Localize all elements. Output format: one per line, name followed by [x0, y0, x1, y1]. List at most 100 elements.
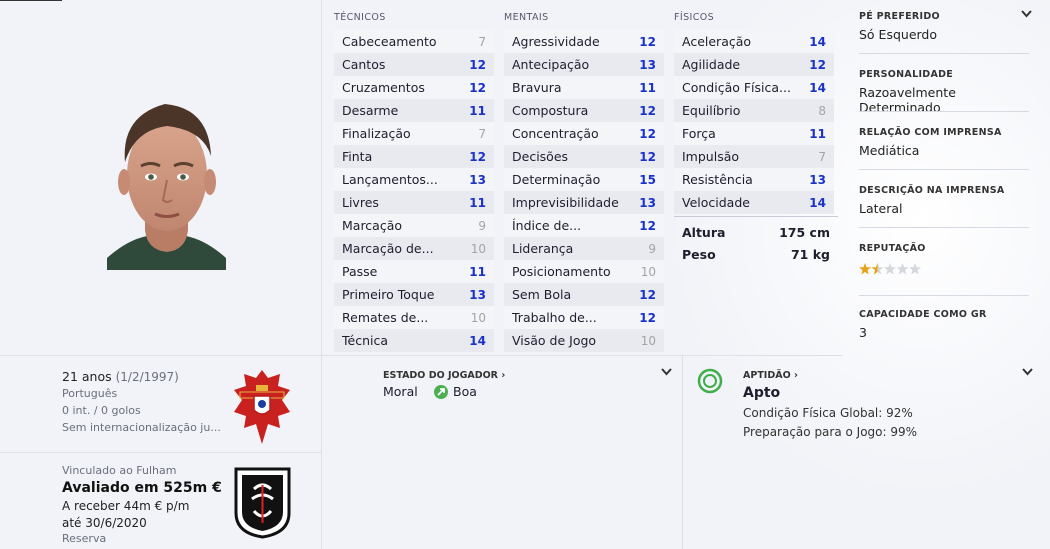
attribute-value: 9: [478, 218, 486, 233]
attribute-row[interactable]: Agilidade 12: [674, 53, 834, 76]
attribute-row[interactable]: Lançamentos... 13: [334, 168, 494, 191]
international-status: Sem internacionalização ju...: [62, 421, 221, 434]
attribute-value: 14: [809, 34, 826, 49]
attribute-label: Cabeceamento: [342, 34, 437, 49]
attribute-row[interactable]: Posicionamento 10: [504, 260, 664, 283]
contract-panel: Vinculado ao Fulham Avaliado em 525m € A…: [0, 453, 322, 549]
fitness-panel: APTIDÃO › Apto Condição Física Global: 9…: [683, 356, 1050, 549]
state-header-link[interactable]: ESTADO DO JOGADOR ›: [383, 370, 505, 381]
attribute-label: Força: [682, 126, 716, 141]
attribute-label: Primeiro Toque: [342, 287, 435, 302]
media-description-header: DESCRIÇÃO NA IMPRENSA: [859, 185, 1005, 196]
state-header: ESTADO DO JOGADOR: [383, 370, 499, 381]
attribute-row[interactable]: Marcação 9: [334, 214, 494, 237]
attribute-row[interactable]: Imprevisibilidade 13: [504, 191, 664, 214]
weight-row: Peso 71 kg: [674, 247, 838, 269]
weight-label: Peso: [682, 247, 716, 262]
attribute-row[interactable]: Passe 11: [334, 260, 494, 283]
attribute-value: 12: [639, 287, 656, 302]
media-relation: RELAÇÃO COM IMPRENSA Mediática: [859, 127, 1029, 158]
attribute-row[interactable]: Concentração 12: [504, 122, 664, 145]
attribute-label: Agressividade: [512, 34, 600, 49]
attribute-row[interactable]: Liderança 9: [504, 237, 664, 260]
attribute-value: 13: [639, 195, 656, 210]
gk-ability-header: CAPACIDADE COMO GR: [859, 309, 987, 320]
player-photo-panel: [0, 0, 322, 356]
attribute-label: Visão de Jogo: [512, 333, 597, 348]
attribute-row[interactable]: Compostura 12: [504, 99, 664, 122]
attribute-label: Posicionamento: [512, 264, 611, 279]
attribute-label: Técnica: [342, 333, 389, 348]
valuation: Avaliado em 525m €: [62, 480, 222, 496]
attribute-label: Determinação: [512, 172, 601, 187]
tecnicos-column: TÉCNICOS Cabeceamento 7 Cantos 12 Cruzamento…: [322, 8, 494, 352]
chevron-down-icon[interactable]: [661, 368, 672, 379]
attribute-row[interactable]: Força 11: [674, 122, 834, 145]
attribute-label: Índice de...: [512, 218, 582, 233]
attribute-row[interactable]: Técnica 14: [334, 329, 494, 352]
attribute-row[interactable]: Visão de Jogo 10: [504, 329, 664, 352]
fitness-status: Apto: [743, 385, 781, 401]
personality-header: PERSONALIDADE: [859, 69, 954, 80]
attribute-value: 12: [639, 103, 656, 118]
attribute-label: Cruzamentos: [342, 80, 425, 95]
fulham-crest[interactable]: [234, 467, 291, 539]
attribute-row[interactable]: Cruzamentos 12: [334, 76, 494, 99]
age: 21 anos: [62, 369, 112, 384]
preferred-foot-header: PÉ PREFERIDO: [859, 11, 940, 22]
fitness-header-link[interactable]: APTIDÃO ›: [743, 370, 798, 381]
attribute-row[interactable]: Determinação 15: [504, 168, 664, 191]
attribute-row[interactable]: Condição Física... 14: [674, 76, 834, 99]
attribute-value: 12: [639, 310, 656, 325]
attribute-row[interactable]: Decisões 12: [504, 145, 664, 168]
attribute-row[interactable]: Finta 12: [334, 145, 494, 168]
attribute-row[interactable]: Livres 11: [334, 191, 494, 214]
attribute-label: Bravura: [512, 80, 562, 95]
height-label: Altura: [682, 225, 726, 240]
attribute-row[interactable]: Índice de... 12: [504, 214, 664, 237]
attribute-value: 11: [469, 103, 486, 118]
attribute-row[interactable]: Agressividade 12: [504, 30, 664, 53]
attribute-row[interactable]: Sem Bola 12: [504, 283, 664, 306]
attribute-row[interactable]: Impulsão 7: [674, 145, 834, 168]
attribute-row[interactable]: Trabalho de... 12: [504, 306, 664, 329]
attribute-label: Condição Física...: [682, 80, 791, 95]
attribute-row[interactable]: Cabeceamento 7: [334, 30, 494, 53]
attribute-label: Finta: [342, 149, 373, 164]
attribute-row[interactable]: Resistência 13: [674, 168, 834, 191]
attribute-value: 7: [478, 34, 486, 49]
attribute-label: Passe: [342, 264, 378, 279]
attribute-row[interactable]: Velocidade 14: [674, 191, 834, 214]
dob: (1/2/1997): [115, 370, 179, 384]
weight-value: 71 kg: [790, 247, 830, 262]
attribute-row[interactable]: Desarme 11: [334, 99, 494, 122]
nationality[interactable]: Português: [62, 387, 117, 400]
attribute-row[interactable]: Marcação de... 10: [334, 237, 494, 260]
attribute-value: 14: [809, 80, 826, 95]
attribute-row[interactable]: Aceleração 14: [674, 30, 834, 53]
attribute-value: 15: [639, 172, 656, 187]
attribute-row[interactable]: Antecipação 13: [504, 53, 664, 76]
match-preparation: Preparação para o Jogo: 99%: [743, 425, 918, 439]
attribute-value: 9: [648, 241, 656, 256]
attribute-row[interactable]: Primeiro Toque 13: [334, 283, 494, 306]
attribute-value: 11: [469, 195, 486, 210]
media-relation-value: Mediática: [859, 143, 920, 158]
attribute-row[interactable]: Cantos 12: [334, 53, 494, 76]
fitness-header: APTIDÃO: [743, 370, 791, 381]
portugal-federation-crest[interactable]: [232, 368, 292, 446]
attribute-label: Aceleração: [682, 34, 752, 49]
divider: [859, 295, 1029, 296]
attribute-label: Livres: [342, 195, 379, 210]
chevron-down-icon[interactable]: [1022, 368, 1033, 379]
divider: [859, 111, 1029, 112]
attribute-row[interactable]: Finalização 7: [334, 122, 494, 145]
divider: [859, 227, 1029, 228]
club-link[interactable]: Vinculado ao Fulham: [62, 464, 177, 477]
attribute-row[interactable]: Bravura 11: [504, 76, 664, 99]
attribute-row[interactable]: Remates de... 10: [334, 306, 494, 329]
attribute-row[interactable]: Equilíbrio 8: [674, 99, 834, 122]
preferred-foot-value: Só Esquerdo: [859, 27, 938, 42]
fitness-ring-icon: [697, 368, 723, 394]
attribute-value: 13: [639, 57, 656, 72]
